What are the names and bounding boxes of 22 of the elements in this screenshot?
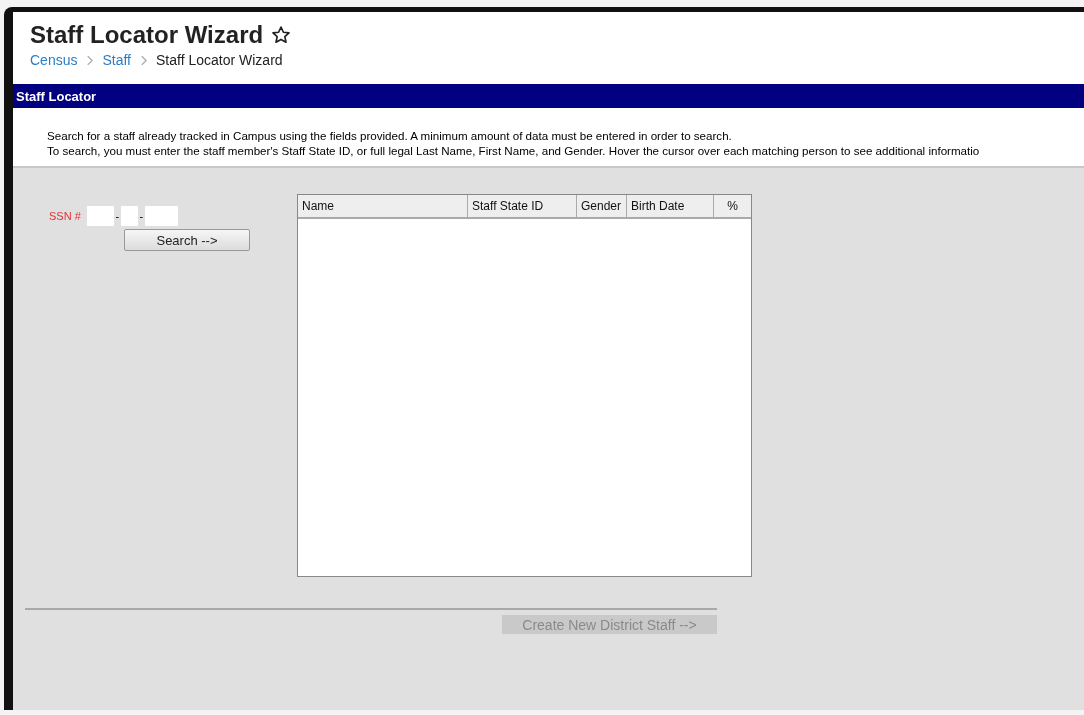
column-header[interactable]: Name — [298, 195, 468, 217]
ssn-label: SSN # — [49, 210, 81, 222]
page-title: Staff Locator Wizard — [30, 20, 264, 50]
ssn-field[interactable] — [144, 206, 178, 226]
ssn-separator: - — [138, 210, 145, 222]
ssn-separator: - — [114, 210, 121, 222]
column-header[interactable]: Staff State ID — [468, 195, 577, 217]
ssn-field[interactable] — [86, 206, 114, 226]
favorite-star-icon[interactable] — [271, 25, 292, 45]
column-header[interactable]: % — [714, 195, 751, 217]
instruction-text: Search for a staff already tracked in Campus using the fields provided. A minimum amount of data must be entered in order to search. — [47, 128, 732, 143]
column-header[interactable]: Birth Date — [627, 195, 714, 217]
chevron-icon — [86, 54, 94, 66]
chevron-icon — [140, 54, 147, 66]
search-button[interactable]: Search --> — [124, 229, 250, 251]
instruction-text: To search, you must enter the staff member's Staff State ID, or full legal Last Name, First Name, and Gender. Hover the cursor over each matching person to see additional informatio — [47, 143, 980, 158]
breadcrumb-link[interactable]: Staff — [102, 52, 131, 68]
breadcrumb-current: Staff Locator Wizard — [156, 52, 283, 68]
panel-title: Staff Locator — [16, 88, 97, 104]
column-header[interactable]: Gender — [577, 195, 627, 217]
ssn-field[interactable] — [120, 206, 138, 226]
breadcrumb-link[interactable]: Census — [30, 52, 78, 68]
